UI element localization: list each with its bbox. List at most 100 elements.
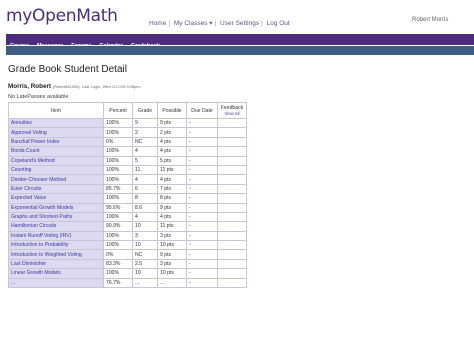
page: myOpenMath Home | My Classes ▾ | User Sett…	[0, 0, 474, 355]
grade-cell[interactable]: 3	[132, 230, 158, 242]
grade-cell[interactable]: 10	[132, 240, 158, 251]
table-row: Borda Count 100% 4 4 pts -	[8, 146, 247, 157]
due-date-cell: -	[186, 211, 218, 223]
grade-cell[interactable]: 9	[132, 117, 158, 129]
table-row: Approval Voting 100% 2 2 pts -	[8, 127, 247, 138]
item-name[interactable]: Borda Count	[8, 146, 104, 157]
possible-cell: 3 pts	[157, 230, 187, 242]
col-item[interactable]: Item	[8, 102, 104, 119]
due-date-cell: -	[186, 249, 218, 260]
breadcrumb: Home > MTH 110: Quantitative Reasoning S…	[6, 46, 474, 61]
table-row: Annuities 100% 9 9 pts -	[8, 117, 247, 129]
header: myOpenMath Home | My Classes ▾ | User Sett…	[0, 0, 474, 34]
grade-cell[interactable]: 10	[132, 221, 158, 232]
possible-cell: 10 pts	[157, 240, 187, 251]
percent-cell: 100%	[103, 117, 133, 129]
feedback-cell	[217, 202, 247, 213]
percent-cell: 100%	[103, 240, 133, 251]
grade-cell[interactable]: NC	[132, 249, 158, 260]
percent-cell: 83.3%	[103, 258, 133, 270]
grade-cell[interactable]: 6	[132, 183, 158, 195]
percent-cell: 100%	[103, 268, 133, 279]
due-date-cell: -	[186, 155, 218, 166]
item-name[interactable]: Exponential Growth Models	[8, 202, 104, 213]
table-row: Linear Growth Models 100% 10 10 pts -	[8, 268, 247, 279]
item-name[interactable]: Copeland's Method	[8, 155, 104, 166]
grade-cell[interactable]: 2	[132, 127, 158, 138]
grade-cell[interactable]: 8.6	[132, 202, 158, 213]
feedback-cell	[217, 221, 247, 232]
nav-user-settings[interactable]: User Settings	[220, 20, 259, 27]
grade-cell[interactable]: 4	[132, 146, 158, 157]
grade-cell[interactable]: 10	[132, 268, 158, 279]
feedback-cell	[217, 183, 247, 195]
due-date-cell: -	[186, 240, 218, 251]
possible-cell: 2 pts	[157, 127, 187, 138]
item-name[interactable]: Approval Voting	[8, 127, 104, 138]
grade-cell[interactable]: 11	[132, 164, 158, 176]
due-date-cell: -	[186, 164, 218, 176]
nav-home[interactable]: Home	[149, 20, 166, 27]
grade-cell[interactable]: 5	[132, 155, 158, 166]
top-nav: Home | My Classes ▾ | User Settings | Log O…	[149, 19, 290, 27]
percent-cell: 100%	[103, 230, 133, 242]
possible-cell: 8 pts	[157, 193, 187, 204]
table-row: Instant Runoff Voting (IRV) 100% 3 3 pts -	[8, 230, 247, 242]
due-date-cell: -	[186, 136, 218, 148]
item-name[interactable]: Counting	[8, 164, 104, 176]
latepasses-status: No LatePasses available	[8, 94, 69, 100]
student-name: Morris, Robert	[8, 83, 52, 90]
percent-cell: 90.9%	[103, 221, 133, 232]
percent-cell: 95.6%	[103, 202, 133, 213]
grade-cell[interactable]: ...	[132, 277, 158, 289]
percent-cell: 100%	[103, 146, 133, 157]
due-date-cell: -	[186, 117, 218, 129]
item-name[interactable]: Introduction to Probability	[8, 240, 104, 251]
item-name[interactable]: ...	[8, 277, 104, 289]
grade-cell[interactable]: 2.5	[132, 258, 158, 270]
item-name[interactable]: Linear Growth Models	[8, 268, 104, 279]
item-name[interactable]: Banzhaf Power Index	[8, 136, 104, 148]
possible-cell: 9 pts	[157, 249, 187, 260]
item-name[interactable]: Last Diminisher	[8, 258, 104, 270]
item-name[interactable]: Hamiltonian Circuits	[8, 221, 104, 232]
possible-cell: 10 pts	[157, 268, 187, 279]
col-percent[interactable]: Percent	[103, 102, 133, 119]
feedback-cell	[217, 277, 247, 289]
percent-cell: 76.7%	[103, 277, 133, 289]
item-name[interactable]: Euler Circuits	[8, 183, 104, 195]
nav-my-classes[interactable]: My Classes ▾	[174, 20, 213, 27]
grades-table: Item Percent Grade Possible Due Date Fee…	[8, 102, 247, 289]
col-due-date[interactable]: Due Date	[186, 102, 218, 119]
site-logo[interactable]: myOpenMath	[6, 6, 118, 26]
item-name[interactable]: Expected Value	[8, 193, 104, 204]
due-date-cell: -	[186, 193, 218, 204]
col-grade[interactable]: Grade	[132, 102, 158, 119]
student-info: Morris, Robert (RobertM1926). Last Login…	[8, 83, 141, 90]
item-name[interactable]: Introduction to Weighted Voting	[8, 249, 104, 260]
item-name[interactable]: Graphs and Shortest Paths	[8, 211, 104, 223]
table-row: Euler Circuits 85.7% 6 7 pts -	[8, 183, 247, 195]
nav-log-out[interactable]: Log Out	[267, 20, 290, 27]
percent-cell: 100%	[103, 155, 133, 166]
item-name[interactable]: Divider-Chooser Method	[8, 174, 104, 185]
feedback-cell	[217, 127, 247, 138]
col-possible[interactable]: Possible	[157, 102, 187, 119]
possible-cell: 7 pts	[157, 183, 187, 195]
item-name[interactable]: Instant Runoff Voting (IRV)	[8, 230, 104, 242]
course-menu: CourseMessagesForumsCalendarGradebook	[6, 34, 474, 49]
table-row: Hamiltonian Circuits 90.9% 10 11 pts -	[8, 221, 247, 232]
grade-cell[interactable]: 4	[132, 174, 158, 185]
grade-cell[interactable]: 8	[132, 193, 158, 204]
feedback-cell	[217, 174, 247, 185]
possible-cell: 9 pts	[157, 117, 187, 129]
table-row: Copeland's Method 100% 5 5 pts -	[8, 155, 247, 166]
grade-cell[interactable]: NC	[132, 136, 158, 148]
due-date-cell: -	[186, 183, 218, 195]
page-title: Grade Book Student Detail	[8, 64, 127, 75]
breadcrumb-text[interactable]: Home > MTH 110: Quantitative Reasoning S…	[6, 55, 156, 61]
feedback-cell	[217, 117, 247, 129]
item-name[interactable]: Annuities	[8, 117, 104, 129]
view-all-link[interactable]: View All	[220, 111, 244, 116]
grade-cell[interactable]: 4	[132, 211, 158, 223]
